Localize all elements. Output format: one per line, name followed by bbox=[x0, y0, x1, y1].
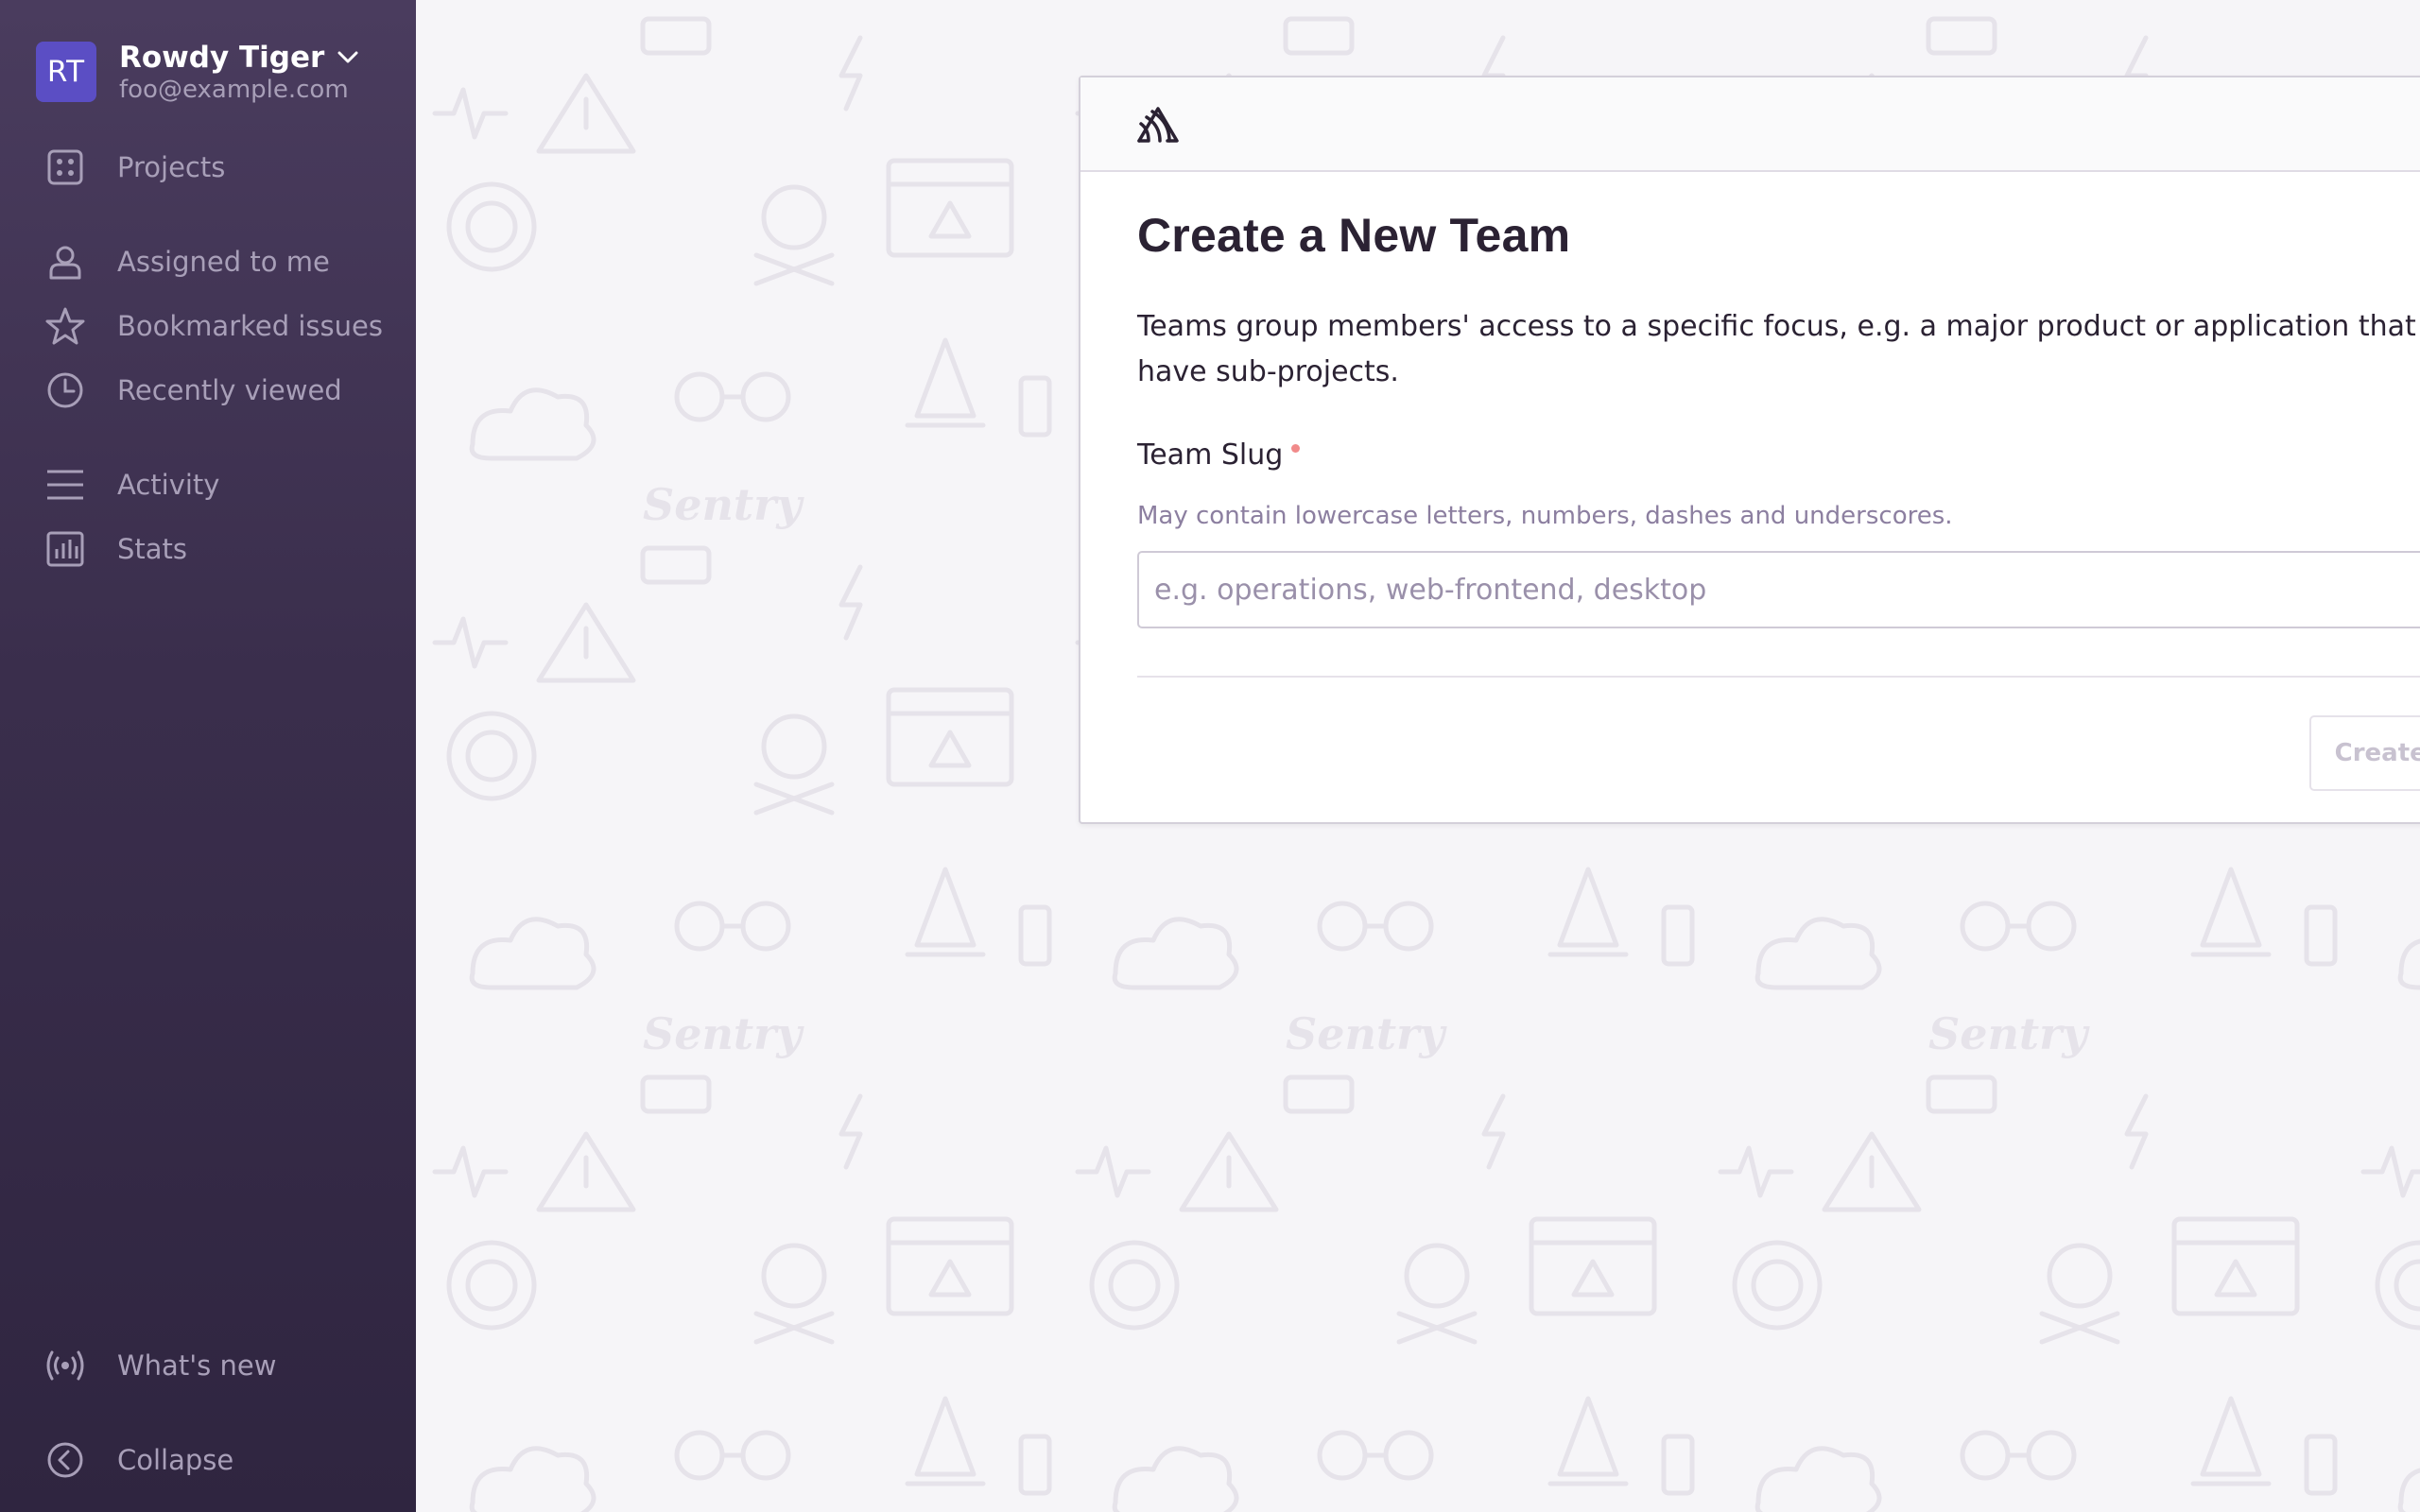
org-switcher[interactable]: RT Rowdy Tiger foo@example.com bbox=[36, 40, 358, 104]
sidebar-item-activity[interactable]: Activity bbox=[45, 461, 219, 508]
stats-bar-icon bbox=[45, 529, 85, 569]
sidebar-item-label: Recently viewed bbox=[117, 374, 342, 406]
team-description: Teams group members' access to a specifi… bbox=[1137, 310, 2420, 388]
sidebar-item-label: Activity bbox=[117, 469, 220, 501]
clock-icon bbox=[45, 370, 85, 410]
sidebar-item-label: Projects bbox=[117, 151, 226, 183]
chevron-down-icon bbox=[337, 51, 358, 63]
sidebar-item-label: What's new bbox=[117, 1349, 277, 1382]
sidebar-item-bookmarked[interactable]: Bookmarked issues bbox=[45, 302, 383, 350]
page-title: Create a New Team bbox=[1137, 209, 1571, 262]
field-label-text: Team Slug bbox=[1137, 438, 1284, 472]
sidebar-item-label: Assigned to me bbox=[117, 246, 330, 278]
team-slug-label: Team Slug bbox=[1137, 438, 2420, 472]
org-email: foo@example.com bbox=[119, 76, 349, 104]
sidebar-item-assigned[interactable]: Assigned to me bbox=[45, 238, 330, 285]
sidebar-item-recent[interactable]: Recently viewed bbox=[45, 367, 342, 414]
sidebar-item-label: Bookmarked issues bbox=[117, 310, 383, 342]
form-actions: Create Team bbox=[1137, 715, 2420, 791]
user-icon bbox=[45, 242, 85, 282]
sidebar-item-collapse[interactable]: Collapse bbox=[45, 1436, 233, 1484]
sidebar-item-label: Stats bbox=[117, 533, 188, 565]
team-slug-input[interactable] bbox=[1137, 551, 2420, 628]
activity-lines-icon bbox=[45, 465, 85, 505]
org-name: Rowdy Tiger bbox=[119, 41, 325, 75]
sidebar: RT Rowdy Tiger foo@example.com Projects … bbox=[0, 0, 416, 1512]
sidebar-item-label: Collapse bbox=[117, 1444, 234, 1476]
star-icon bbox=[45, 306, 85, 346]
required-indicator bbox=[1291, 444, 1301, 453]
main-content: Sentry Create a New Team Teams group mem… bbox=[416, 0, 2420, 1512]
sidebar-item-stats[interactable]: Stats bbox=[45, 525, 187, 573]
sentry-logo-icon bbox=[1137, 107, 1179, 143]
form-divider bbox=[1137, 676, 2420, 678]
team-slug-help: May contain lowercase letters, numbers, … bbox=[1137, 502, 1953, 530]
card-header bbox=[1080, 77, 2420, 172]
projects-grid-icon bbox=[45, 147, 85, 187]
create-team-button[interactable]: Create Team bbox=[2309, 715, 2420, 791]
sidebar-item-projects[interactable]: Projects bbox=[45, 144, 225, 191]
create-team-card: Create a New Team Teams group members' a… bbox=[1079, 76, 2420, 824]
sidebar-item-whats-new[interactable]: What's new bbox=[45, 1342, 276, 1389]
org-avatar: RT bbox=[36, 42, 96, 102]
broadcast-icon bbox=[45, 1346, 85, 1385]
collapse-chevron-icon bbox=[45, 1440, 85, 1480]
